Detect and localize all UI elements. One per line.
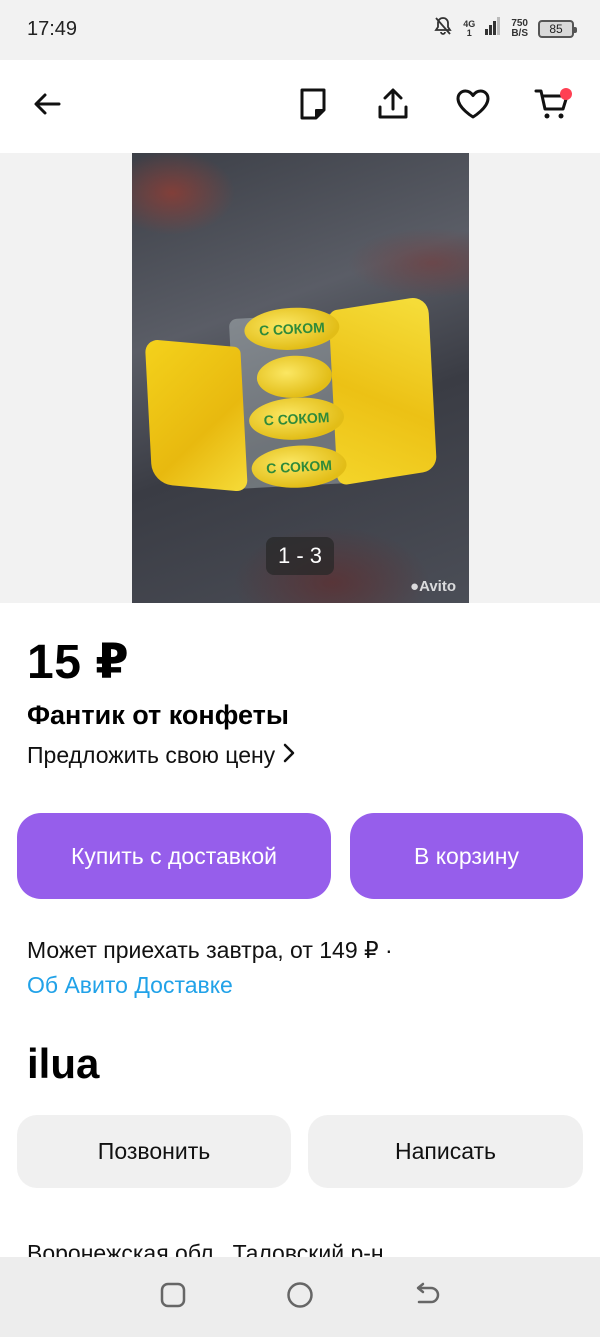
- speed-unit: B/S: [511, 27, 528, 39]
- status-time: 17:49: [27, 18, 78, 40]
- listing-title: Фантик от конфеты: [27, 700, 289, 730]
- avito-watermark: ●Avito: [410, 578, 457, 595]
- status-icons: 4G 1 750 B/S 85: [433, 16, 577, 41]
- avito-logo-icon: ●: [410, 578, 420, 595]
- speed-indicator: 750 B/S: [511, 18, 528, 39]
- back-button[interactable]: [25, 84, 69, 128]
- top-toolbar: [0, 60, 600, 153]
- square-icon: [160, 1282, 186, 1313]
- buy-with-delivery-button[interactable]: Купить с доставкой: [17, 813, 331, 899]
- message-button[interactable]: Написать: [308, 1115, 583, 1188]
- call-button[interactable]: Позвонить: [17, 1115, 291, 1188]
- offer-price-link[interactable]: Предложить свою цену: [27, 742, 295, 769]
- avito-delivery-link[interactable]: Об Авито Доставке: [27, 972, 233, 999]
- return-icon: [413, 1282, 441, 1313]
- delivery-info: Может приехать завтра, от 149 ₽ ·: [27, 937, 393, 963]
- circle-icon: [286, 1281, 314, 1314]
- chevron-right-icon: [283, 742, 295, 769]
- cart-button[interactable]: [530, 84, 574, 128]
- battery-icon: 85: [538, 19, 577, 38]
- nav-back-button[interactable]: [402, 1272, 452, 1322]
- seller-name[interactable]: ilua: [27, 1040, 99, 1088]
- network-sim: 1: [466, 27, 472, 38]
- network-indicator: 4G 1: [463, 19, 475, 38]
- recents-button[interactable]: [148, 1272, 198, 1322]
- offer-price-label: Предложить свою цену: [27, 742, 276, 768]
- status-bar: 17:49 4G 1 750 B/S 85: [0, 0, 600, 60]
- heart-icon: [455, 88, 491, 125]
- battery-level: 85: [549, 21, 563, 36]
- favorite-button[interactable]: [451, 84, 495, 128]
- home-button[interactable]: [275, 1272, 325, 1322]
- share-icon: [376, 87, 410, 126]
- back-arrow-icon: [31, 88, 63, 125]
- listing-price: 15 ₽: [27, 636, 130, 689]
- share-button[interactable]: [371, 84, 415, 128]
- note-icon: [298, 87, 328, 126]
- system-nav-bar: [0, 1257, 600, 1337]
- add-to-cart-button[interactable]: В корзину: [350, 813, 583, 899]
- listing-photo[interactable]: С СОКОМ С СОКОМ С СОКОМ: [132, 153, 469, 603]
- photo-gallery[interactable]: С СОКОМ С СОКОМ С СОКОМ 1 - 3 ●Avito: [0, 153, 600, 603]
- note-button[interactable]: [291, 84, 335, 128]
- photo-counter: 1 - 3: [266, 537, 334, 575]
- cart-badge: [560, 88, 572, 100]
- notifications-off-icon: [433, 16, 453, 41]
- signal-icon: [485, 17, 501, 40]
- candy-wrapper-image: С СОКОМ С СОКОМ С СОКОМ: [143, 291, 438, 506]
